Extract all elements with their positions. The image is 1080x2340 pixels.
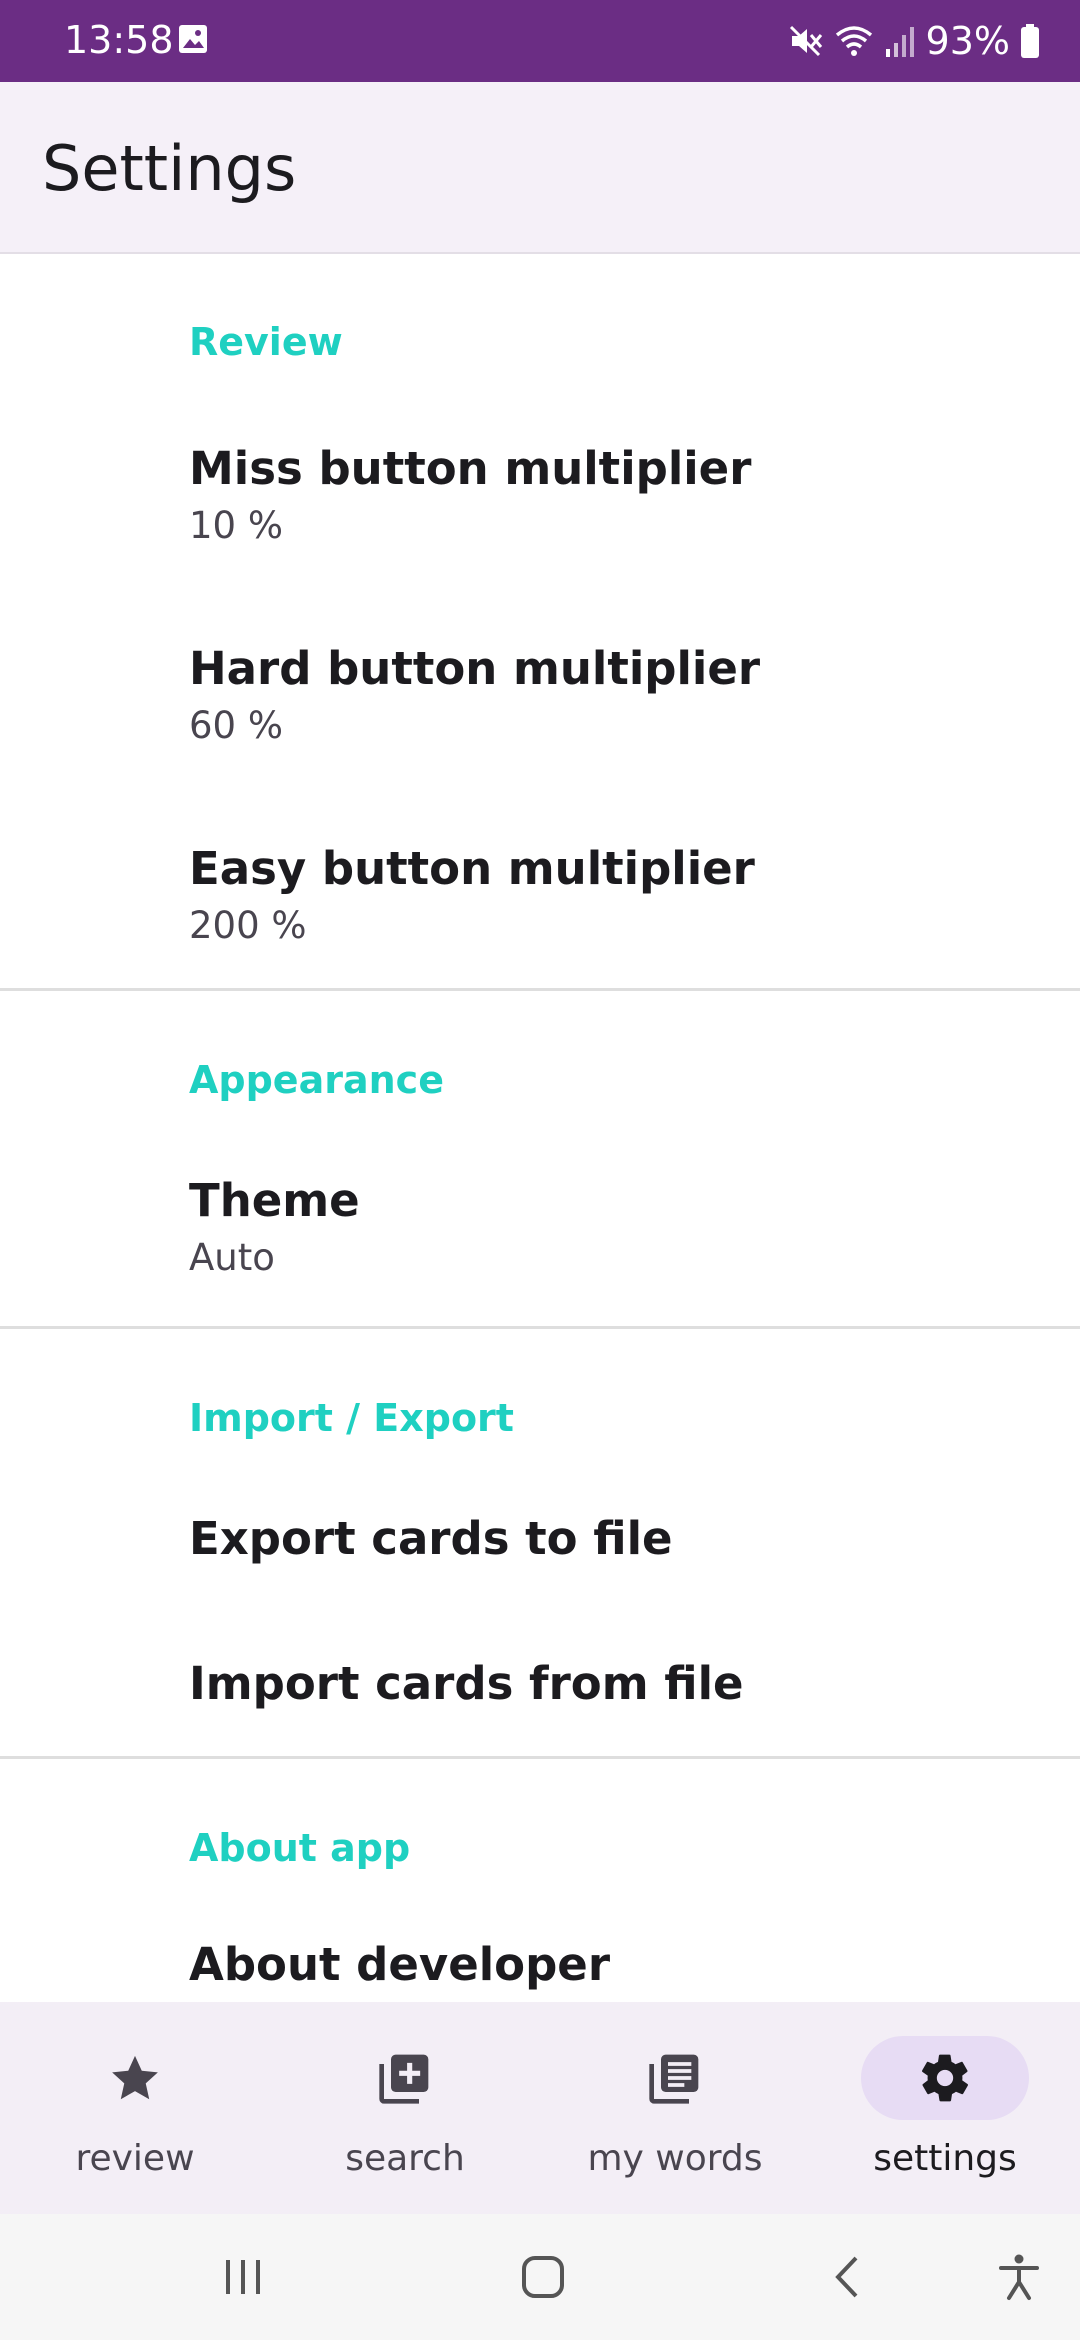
pref-title: Theme [189, 1174, 360, 1227]
image-icon [178, 24, 208, 59]
pref-easy-multiplier[interactable]: Easy button multiplier 200 % [0, 804, 1080, 984]
pref-summary: 200 % [189, 904, 307, 947]
pref-title: About developer [189, 1938, 611, 1991]
page-title: Settings [42, 132, 297, 205]
nav-label: settings [873, 2138, 1017, 2179]
pref-title: Import cards from file [189, 1657, 744, 1710]
pref-title: Export cards to file [189, 1512, 673, 1565]
bottom-navigation: review search my words settings [0, 2002, 1080, 2214]
pref-about-developer[interactable]: About developer [0, 1894, 1080, 2002]
divider [0, 1756, 1080, 1759]
top-app-bar: Settings [0, 82, 1080, 254]
pref-summary: 60 % [189, 704, 283, 747]
divider [0, 988, 1080, 991]
nav-item-review[interactable]: review [0, 2002, 270, 2214]
add-box-icon [377, 2050, 433, 2106]
nav-label: my words [587, 2138, 763, 2179]
star-icon [107, 2050, 163, 2106]
section-header-about: About app [189, 1826, 411, 1870]
status-icons: 93% [788, 18, 1040, 64]
wifi-icon [834, 23, 874, 59]
divider [0, 1326, 1080, 1329]
accessibility-icon[interactable] [994, 2252, 1044, 2307]
nav-label: review [75, 2138, 195, 2179]
pref-title: Hard button multiplier [189, 642, 761, 695]
section-header-review: Review [189, 320, 343, 364]
pref-summary: Auto [189, 1236, 275, 1279]
pref-theme[interactable]: Theme Auto [0, 1134, 1080, 1314]
pref-export-cards[interactable]: Export cards to file [0, 1464, 1080, 1604]
mute-icon [788, 23, 824, 59]
pref-miss-multiplier[interactable]: Miss button multiplier 10 % [0, 404, 1080, 584]
back-icon[interactable] [824, 2252, 874, 2307]
settings-list[interactable]: Review Miss button multiplier 10 % Hard … [0, 254, 1080, 2002]
nav-item-my-words[interactable]: my words [540, 2002, 810, 2214]
nav-item-settings[interactable]: settings [810, 2002, 1080, 2214]
recents-icon[interactable] [218, 2252, 268, 2307]
status-time: 13:58 [64, 18, 174, 62]
nav-item-search[interactable]: search [270, 2002, 540, 2214]
pref-title: Miss button multiplier [189, 442, 752, 495]
pref-summary: 10 % [189, 504, 283, 547]
battery-icon [1020, 23, 1040, 59]
battery-percentage: 93% [925, 19, 1010, 63]
section-header-import-export: Import / Export [189, 1396, 514, 1440]
gear-icon [917, 2050, 973, 2106]
system-navigation-bar [0, 2214, 1080, 2340]
status-bar: 13:58 93% [0, 0, 1080, 82]
section-header-appearance: Appearance [189, 1058, 444, 1102]
nav-label: search [345, 2138, 465, 2179]
pref-import-cards[interactable]: Import cards from file [0, 1609, 1080, 1749]
signal-icon [884, 23, 916, 59]
pref-title: Easy button multiplier [189, 842, 755, 895]
home-icon[interactable] [518, 2252, 568, 2307]
library-books-icon [647, 2050, 703, 2106]
pref-hard-multiplier[interactable]: Hard button multiplier 60 % [0, 604, 1080, 784]
